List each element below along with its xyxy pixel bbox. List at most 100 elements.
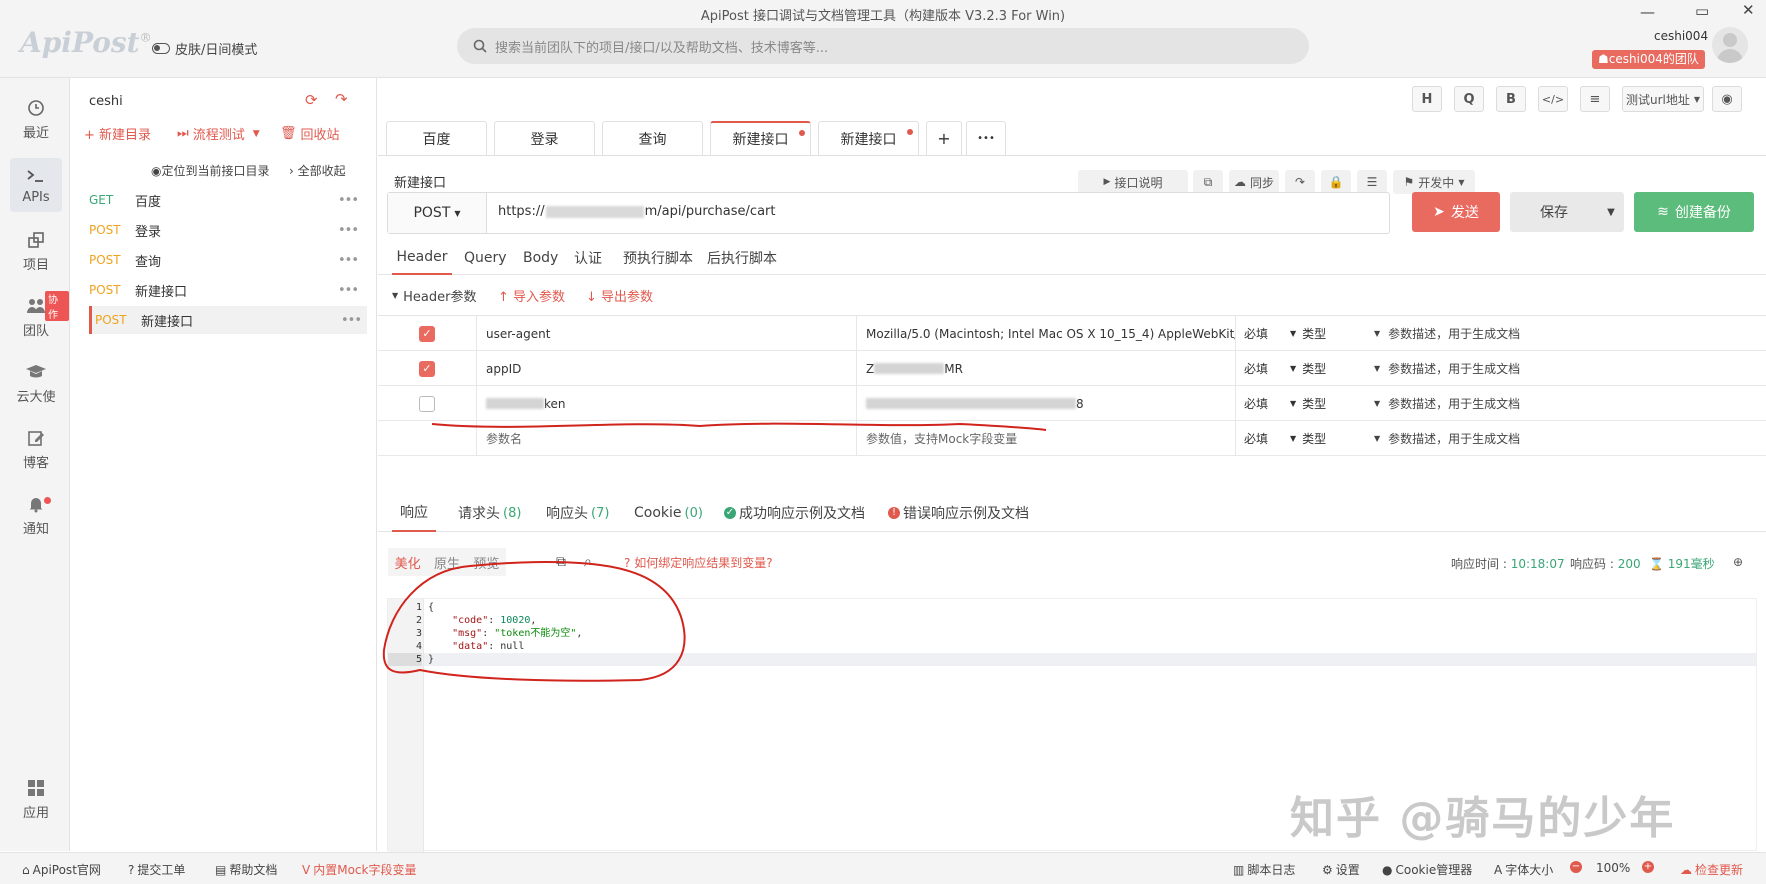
tab-header[interactable]: Header: [392, 241, 452, 275]
bold-button[interactable]: B: [1496, 86, 1526, 112]
header-params-toggle[interactable]: ▼ Header参数: [392, 286, 477, 305]
minimize-icon[interactable]: —: [1640, 3, 1655, 21]
param-value[interactable]: Mozilla/5.0 (Macintosh; Intel Mac OS X 1…: [857, 316, 1236, 351]
create-backup-button[interactable]: ≋ 创建备份: [1634, 192, 1754, 232]
flow-test-button[interactable]: ⏭ 流程测试 ▼: [177, 124, 260, 143]
method-select[interactable]: POST ▼: [388, 193, 487, 233]
copy-icon[interactable]: ⧉: [1193, 170, 1223, 194]
lock-icon[interactable]: 🔒: [1321, 170, 1351, 194]
param-name-input[interactable]: 参数名: [477, 421, 857, 456]
mode-pretty[interactable]: 美化: [388, 553, 427, 572]
more-icon[interactable]: •••: [338, 193, 359, 208]
param-desc[interactable]: ▼ 参数描述，用于生成文档: [1374, 316, 1754, 351]
tree-item[interactable]: POST 查询 •••: [89, 246, 364, 274]
tree-item[interactable]: POST 新建接口 •••: [89, 276, 364, 304]
close-icon[interactable]: ✕: [1742, 1, 1755, 19]
more-icon[interactable]: •••: [338, 283, 359, 298]
tab-request-headers[interactable]: 请求头 (8): [458, 494, 521, 532]
more-icon[interactable]: •••: [338, 223, 359, 238]
zoom-out-icon[interactable]: −: [1570, 861, 1582, 873]
tab-response[interactable]: 响应: [392, 494, 436, 532]
tab-post-script[interactable]: 后执行脚本: [707, 241, 777, 275]
nav-item-apis[interactable]: APIs: [10, 158, 62, 212]
save-button[interactable]: 保存 ▼: [1510, 192, 1624, 232]
required-select[interactable]: 必填: [1244, 421, 1290, 456]
collapse-all-button[interactable]: › 全部收起: [289, 162, 346, 179]
tab-query-params[interactable]: Query: [464, 241, 507, 275]
eye-icon[interactable]: ◉: [1712, 86, 1742, 112]
required-select[interactable]: 必填: [1244, 316, 1290, 351]
type-select[interactable]: ▼ 类型: [1290, 351, 1366, 386]
tree-item-selected[interactable]: POST 新建接口 •••: [89, 306, 367, 334]
help-docs-link[interactable]: ▤ 帮助文档: [215, 861, 277, 878]
copy-icon[interactable]: ⧉: [556, 554, 566, 570]
param-desc[interactable]: ▼ 参数描述，用于生成文档: [1374, 421, 1754, 456]
nav-item-recent[interactable]: 最近: [10, 92, 62, 146]
tab-new-api[interactable]: 新建接口: [818, 121, 919, 155]
add-tab-button[interactable]: +: [926, 121, 962, 155]
settings-button[interactable]: ⚙ 设置: [1322, 861, 1360, 878]
new-dir-button[interactable]: + 新建目录: [84, 124, 151, 143]
mode-raw[interactable]: 原生: [427, 553, 466, 572]
nav-item-blog[interactable]: 博客: [10, 422, 62, 476]
api-name[interactable]: 新建接口: [394, 172, 446, 191]
cookie-manager-button[interactable]: ● Cookie管理器: [1382, 861, 1472, 878]
env-select[interactable]: 测试url地址 ▼: [1622, 86, 1704, 112]
tab-success-example[interactable]: ✓ 成功响应示例及文档: [724, 494, 865, 532]
submit-ticket-link[interactable]: ? 提交工单: [128, 861, 185, 878]
tree-item[interactable]: POST 登录 •••: [89, 216, 364, 244]
user-name[interactable]: ceshi004: [1654, 29, 1708, 43]
status-select[interactable]: ⚑ 开发中 ▼: [1393, 170, 1475, 194]
mode-preview[interactable]: 预览: [467, 553, 506, 572]
code-button[interactable]: </>: [1538, 86, 1568, 112]
type-select[interactable]: ▼ 类型: [1290, 386, 1366, 421]
tree-item[interactable]: GET 百度 •••: [89, 186, 364, 214]
export-params-button[interactable]: ↓ 导出参数: [586, 286, 653, 305]
locate-button[interactable]: ◉定位到当前接口目录: [151, 162, 270, 179]
more-tabs-button[interactable]: •••: [966, 121, 1006, 155]
official-site-link[interactable]: ⌂ ApiPost官网: [22, 861, 101, 878]
tab-error-example[interactable]: ! 错误响应示例及文档: [888, 494, 1029, 532]
team-badge[interactable]: ☗ceshi004的团队: [1592, 50, 1705, 69]
quote-button[interactable]: Q: [1454, 86, 1484, 112]
zoom-in-icon[interactable]: +: [1642, 861, 1654, 873]
param-desc[interactable]: ▼ 参数描述，用于生成文档: [1374, 386, 1754, 421]
tab-query[interactable]: 查询: [602, 121, 703, 155]
tab-pre-script[interactable]: 预执行脚本: [623, 241, 693, 275]
tab-login[interactable]: 登录: [494, 121, 595, 155]
nav-item-projects[interactable]: 项目: [10, 224, 62, 278]
param-value-input[interactable]: 参数值，支持Mock字段变量: [857, 421, 1236, 456]
send-button[interactable]: ➤ 发送: [1412, 192, 1500, 232]
check-update-button[interactable]: ☁ 检查更新: [1680, 861, 1743, 878]
mock-vars-link[interactable]: V 内置Mock字段变量: [302, 861, 416, 878]
skin-mode-toggle[interactable]: 皮肤/日间模式: [152, 39, 257, 58]
database-icon[interactable]: ☰: [1357, 170, 1387, 194]
nav-item-ambassador[interactable]: 云大使: [10, 356, 62, 410]
param-desc[interactable]: ▼ 参数描述，用于生成文档: [1374, 351, 1754, 386]
tab-body[interactable]: Body: [523, 241, 558, 275]
tab-baidu[interactable]: 百度: [386, 121, 487, 155]
tab-response-headers[interactable]: 响应头 (7): [546, 494, 609, 532]
import-params-button[interactable]: ↑ 导入参数: [498, 286, 565, 305]
tab-auth[interactable]: 认证: [574, 241, 602, 275]
expand-icon[interactable]: ⊕: [1733, 555, 1743, 569]
global-search[interactable]: 搜索当前团队下的项目/接口/以及帮助文档、技术博客等...: [457, 28, 1309, 64]
row-checkbox[interactable]: ✓: [419, 325, 435, 342]
type-select[interactable]: ▼ 类型: [1290, 421, 1366, 456]
param-name[interactable]: user-agent: [477, 316, 857, 351]
settings-sliders-button[interactable]: ≡: [1580, 86, 1610, 112]
avatar[interactable]: [1712, 27, 1748, 63]
tab-new-api-active[interactable]: 新建接口: [710, 121, 811, 155]
recycle-button[interactable]: 🗑 回收站: [280, 124, 340, 143]
url-input[interactable]: https://m/api/purchase/cart: [498, 204, 775, 219]
more-icon[interactable]: •••: [338, 253, 359, 268]
heading-button[interactable]: H: [1412, 86, 1442, 112]
more-icon[interactable]: •••: [341, 313, 362, 328]
param-name[interactable]: ken: [477, 386, 857, 421]
share-icon[interactable]: ↷: [1285, 170, 1315, 194]
api-doc-button[interactable]: ▶ 接口说明: [1078, 170, 1188, 194]
required-select[interactable]: 必填: [1244, 351, 1290, 386]
nav-item-notify[interactable]: 通知: [10, 488, 62, 542]
maximize-icon[interactable]: ▭: [1695, 2, 1709, 20]
row-checkbox[interactable]: ✓: [419, 360, 435, 377]
